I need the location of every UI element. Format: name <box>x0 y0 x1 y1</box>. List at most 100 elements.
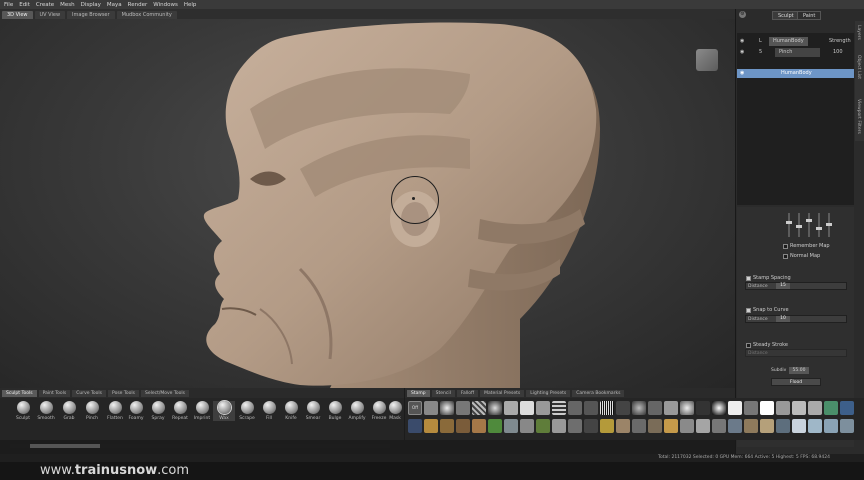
stamp-spacing-checkbox[interactable]: Stamp Spacing <box>746 275 791 281</box>
menu-edit[interactable]: Edit <box>19 2 30 8</box>
stamp-thumbnail[interactable] <box>792 401 806 415</box>
tool-grab[interactable]: Grab <box>58 401 80 421</box>
stamp-thumbnail[interactable] <box>424 419 438 433</box>
tab-pose-tools[interactable]: Pose Tools <box>108 389 139 397</box>
tool-amplify[interactable]: Amplify <box>346 401 368 421</box>
tab-sculpt-tools[interactable]: Sculpt Tools <box>2 389 37 397</box>
stamp-off-icon[interactable]: Off <box>408 401 422 415</box>
tool-wax[interactable]: Wax <box>213 401 235 421</box>
stamp-thumbnail[interactable] <box>728 419 742 433</box>
snap-to-curve-distance-slider[interactable]: Distance 10 <box>745 315 847 323</box>
stamp-thumbnail[interactable] <box>728 401 742 415</box>
stamp-thumbnail[interactable] <box>536 401 550 415</box>
stamp-thumbnail[interactable] <box>760 419 774 433</box>
stamp-thumbnail[interactable] <box>600 419 614 433</box>
stamp-thumbnail[interactable] <box>744 401 758 415</box>
stamp-thumbnail[interactable] <box>600 401 614 415</box>
tab-uv-view[interactable]: UV View <box>34 11 66 19</box>
tab-curve-tools[interactable]: Curve Tools <box>72 389 107 397</box>
stamp-thumbnail[interactable] <box>776 419 790 433</box>
stamp-thumbnail[interactable] <box>808 401 822 415</box>
tab-material-presets[interactable]: Material Presets <box>480 389 525 397</box>
stamp-thumbnail[interactable] <box>632 419 646 433</box>
stamp-thumbnail[interactable] <box>456 419 470 433</box>
tool-scrape[interactable]: Scrape <box>236 401 258 421</box>
stamp-thumbnail[interactable] <box>776 401 790 415</box>
normal-map-option[interactable]: Normal Map <box>783 253 820 259</box>
stamp-thumbnail[interactable] <box>760 401 774 415</box>
tool-knife[interactable]: Knife <box>280 401 302 421</box>
stamp-thumbnail[interactable] <box>552 419 566 433</box>
tab-stamp[interactable]: Stamp <box>407 389 430 397</box>
stamp-thumbnail[interactable] <box>680 401 694 415</box>
stamp-thumbnail[interactable] <box>472 401 486 415</box>
stamp-thumbnail[interactable] <box>840 419 854 433</box>
stamp-thumbnail[interactable] <box>520 419 534 433</box>
tool-sculpt[interactable]: Sculpt <box>12 401 34 421</box>
tab-falloff[interactable]: Falloff <box>456 389 479 397</box>
subdiv-value-field[interactable]: 55.00 <box>789 367 809 374</box>
layer-header-row[interactable]: ◉ L HumanBody Strength <box>737 37 854 46</box>
stamp-thumbnail[interactable] <box>696 401 710 415</box>
stamp-thumbnail[interactable] <box>824 419 838 433</box>
panel-gear-icon[interactable]: ⚙ <box>739 11 746 18</box>
stamp-thumbnail[interactable] <box>696 419 710 433</box>
steady-stroke-checkbox[interactable]: Steady Stroke <box>746 342 788 348</box>
stamp-thumbnail[interactable] <box>824 401 838 415</box>
flood-button[interactable]: Flood <box>771 378 821 386</box>
side-tab-layers[interactable]: Layers <box>856 25 861 40</box>
tool-smear[interactable]: Smear <box>302 401 324 421</box>
stamp-thumbnail[interactable] <box>536 419 550 433</box>
menu-file[interactable]: File <box>4 2 13 8</box>
snap-to-curve-checkbox[interactable]: Snap to Curve <box>746 307 789 313</box>
tab-camera-bookmarks[interactable]: Camera Bookmarks <box>572 389 625 397</box>
tab-lighting-presets[interactable]: Lighting Presets <box>526 389 571 397</box>
tool-imprint[interactable]: Imprint <box>191 401 213 421</box>
menu-windows[interactable]: Windows <box>153 2 178 8</box>
stamp-thumbnail[interactable] <box>440 419 454 433</box>
stamp-thumbnail[interactable] <box>440 401 454 415</box>
steady-stroke-distance-slider[interactable]: Distance <box>745 349 847 357</box>
tab-mudbox-community[interactable]: Mudbox Community <box>116 11 177 19</box>
menu-maya[interactable]: Maya <box>107 2 122 8</box>
stamp-thumbnail[interactable] <box>456 401 470 415</box>
menu-create[interactable]: Create <box>36 2 54 8</box>
tool-spray[interactable]: Spray <box>147 401 169 421</box>
stamp-thumbnail[interactable] <box>664 419 678 433</box>
tool-freeze[interactable]: Freeze <box>368 401 390 421</box>
stamp-thumbnail[interactable] <box>520 401 534 415</box>
side-tab-viewport-filters[interactable]: Viewport Filters <box>856 99 861 134</box>
stamp-thumbnail[interactable] <box>616 401 630 415</box>
menu-render[interactable]: Render <box>128 2 148 8</box>
layer-row-selected[interactable]: ◉ HumanBody <box>737 69 854 78</box>
tool-pinch[interactable]: Pinch <box>81 401 103 421</box>
tab-select-move-tools[interactable]: Select/Move Tools <box>140 389 189 397</box>
stamp-thumbnail[interactable] <box>792 419 806 433</box>
tool-foamy[interactable]: Foamy <box>125 401 147 421</box>
stamp-thumbnail[interactable] <box>632 401 646 415</box>
menu-mesh[interactable]: Mesh <box>60 2 74 8</box>
tool-flatten[interactable]: Flatten <box>104 401 126 421</box>
tool-smooth[interactable]: Smooth <box>35 401 57 421</box>
layer-row[interactable]: ◉ 5 Pinch 100 <box>737 48 854 57</box>
stamp-thumbnail[interactable] <box>488 401 502 415</box>
stamp-thumbnail[interactable] <box>504 419 518 433</box>
stamp-thumbnail[interactable] <box>504 401 518 415</box>
tab-paint[interactable]: Paint <box>797 11 822 20</box>
tab-paint-tools[interactable]: Paint Tools <box>38 389 71 397</box>
stamp-thumbnail[interactable] <box>648 401 662 415</box>
stamp-thumbnail[interactable] <box>568 401 582 415</box>
stamp-thumbnail[interactable] <box>712 419 726 433</box>
stamp-thumbnail[interactable] <box>840 401 854 415</box>
menu-display[interactable]: Display <box>81 2 101 8</box>
stamp-thumbnail[interactable] <box>584 419 598 433</box>
tool-fill[interactable]: Fill <box>258 401 280 421</box>
stamp-thumbnail[interactable] <box>744 419 758 433</box>
tool-tray-scrollbar[interactable] <box>10 444 390 448</box>
tool-repeat[interactable]: Repeat <box>169 401 191 421</box>
side-tab-object-list[interactable]: Object List <box>856 55 861 79</box>
stamp-thumbnail[interactable] <box>808 419 822 433</box>
stamp-thumbnail[interactable] <box>680 419 694 433</box>
stamp-thumbnail[interactable] <box>664 401 678 415</box>
3d-viewport[interactable] <box>0 19 735 388</box>
